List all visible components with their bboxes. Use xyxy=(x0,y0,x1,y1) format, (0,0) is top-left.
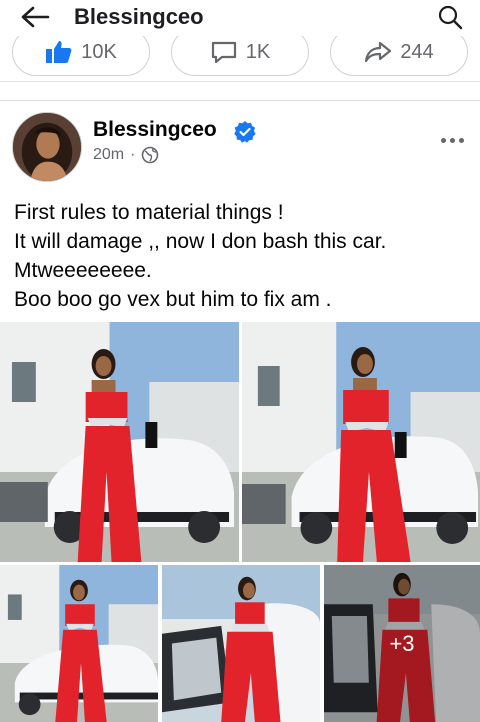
meta-separator: · xyxy=(130,146,136,163)
like-count: 10K xyxy=(81,40,117,63)
like-icon xyxy=(46,41,72,63)
verified-badge-icon xyxy=(234,121,256,143)
post-line: It will damage ,, now I don bash this ca… xyxy=(14,230,387,253)
share-count: 244 xyxy=(400,40,434,63)
post-photo-5[interactable]: +3 xyxy=(324,565,480,722)
post-photo-3[interactable] xyxy=(0,565,158,722)
globe-icon xyxy=(142,146,159,164)
previous-post-actions: 10K 1K 244 xyxy=(0,36,480,82)
post-body: First rules to material things ! It will… xyxy=(14,198,474,314)
post-line: First rules to material things ! xyxy=(14,201,284,224)
share-icon xyxy=(365,41,392,63)
author-avatar[interactable] xyxy=(12,112,82,182)
comment-button[interactable]: 1K xyxy=(171,36,309,76)
page-title: Blessingceo xyxy=(74,4,204,29)
divider xyxy=(0,100,480,101)
comment-count: 1K xyxy=(245,40,271,63)
post-line: Mtweeeeeeee. xyxy=(14,259,152,282)
post-photo-4[interactable] xyxy=(162,565,320,722)
more-photos-overlay[interactable]: +3 xyxy=(324,565,480,722)
comment-icon xyxy=(211,41,236,64)
arrow-left-icon xyxy=(21,6,50,28)
post-time[interactable]: 20m xyxy=(93,146,124,164)
back-button[interactable] xyxy=(18,2,52,32)
more-photos-count: +3 xyxy=(389,630,415,656)
avatar-image xyxy=(13,113,81,181)
author-name[interactable]: Blessingceo xyxy=(93,118,217,142)
search-icon xyxy=(438,5,463,30)
post-photo-1[interactable] xyxy=(0,322,239,562)
top-app-bar: Blessingceo xyxy=(0,0,480,36)
post-meta: 20m · xyxy=(93,146,159,164)
share-button[interactable]: 244 xyxy=(330,36,468,76)
post-photo-2[interactable] xyxy=(242,322,480,562)
post-line: Boo boo go vex but him to fix am . xyxy=(14,288,332,311)
more-options-icon[interactable] xyxy=(436,128,468,152)
search-button[interactable] xyxy=(434,2,466,32)
like-button[interactable]: 10K xyxy=(12,36,150,76)
feed-gap xyxy=(0,82,480,100)
